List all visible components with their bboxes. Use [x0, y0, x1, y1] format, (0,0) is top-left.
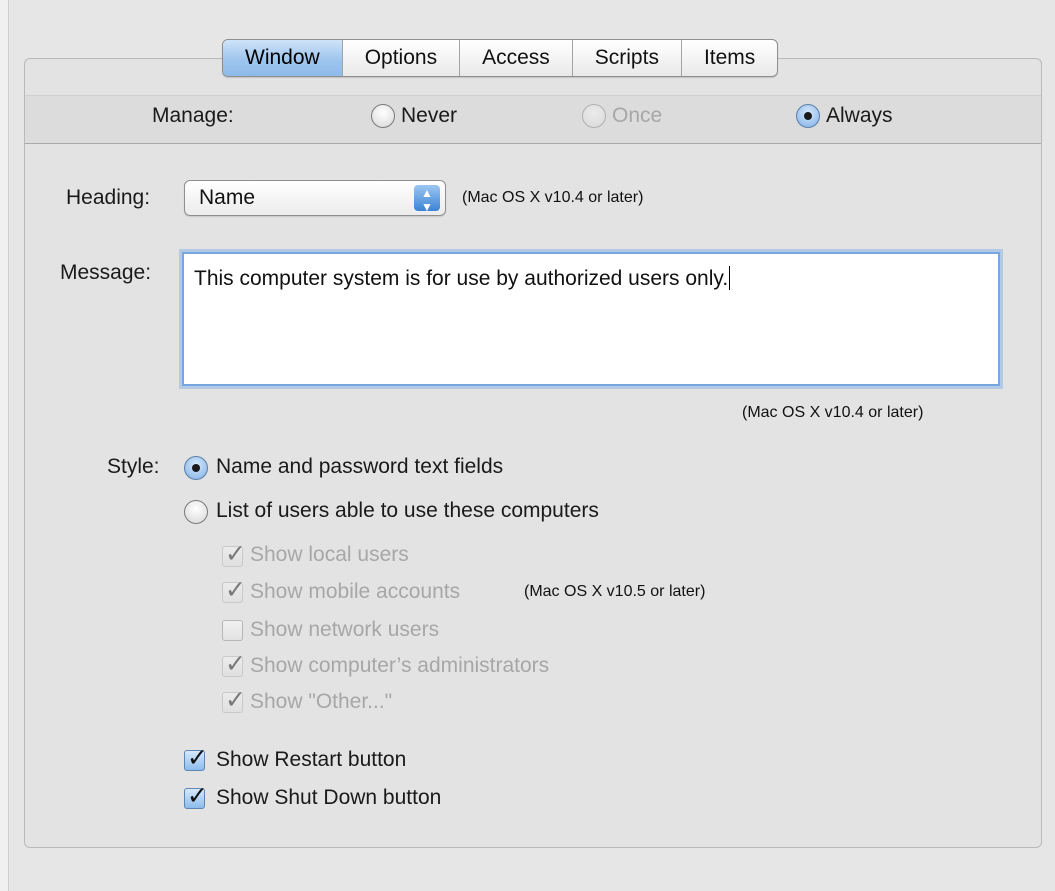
tab-options[interactable]: Options [343, 40, 461, 76]
message-text: This computer system is for use by autho… [194, 266, 731, 291]
show-network-users-label: Show network users [250, 618, 440, 641]
manage-never-radio[interactable] [371, 104, 395, 128]
checkmark-icon: ✓ [225, 650, 246, 678]
checkmark-icon: ✓ [225, 540, 246, 568]
style-name-password-label[interactable]: Name and password text fields [216, 455, 503, 479]
message-value: This computer system is for use by autho… [194, 267, 729, 290]
show-local-users-checkbox: ✓ [222, 540, 246, 568]
show-mobile-accounts-checkbox: ✓ [222, 576, 246, 604]
window-edge [0, 0, 9, 891]
tab-items[interactable]: Items [682, 40, 777, 76]
show-restart-label[interactable]: Show Restart button [216, 748, 406, 772]
tab-panel [24, 58, 1042, 848]
show-admins-label: Show computer’s administrators [250, 654, 550, 677]
manage-once-label: Once [612, 104, 663, 127]
checkmark-icon: ✓ [225, 686, 246, 714]
tab-scripts[interactable]: Scripts [573, 40, 682, 76]
manage-once-radio [582, 104, 606, 128]
show-admins-checkbox: ✓ [222, 650, 246, 678]
manage-always-label[interactable]: Always [826, 104, 893, 128]
show-network-users-checkbox [222, 620, 243, 641]
show-other-label: Show "Other..." [250, 690, 393, 713]
show-local-users-label: Show local users [250, 543, 409, 566]
up-down-arrows-icon: ▲ ▼ [414, 185, 440, 213]
style-name-password-radio[interactable] [184, 456, 208, 480]
style-label: Style: [107, 455, 160, 478]
tab-window[interactable]: Window [223, 40, 343, 76]
message-version-note: (Mac OS X v10.4 or later) [742, 404, 924, 421]
show-shutdown-checkbox[interactable]: ✓ [184, 782, 208, 810]
message-textarea[interactable]: This computer system is for use by autho… [182, 252, 1000, 386]
heading-label: Heading: [66, 186, 151, 209]
mobile-accounts-version-note: (Mac OS X v10.5 or later) [524, 583, 706, 600]
tab-bar: Window Options Access Scripts Items [222, 39, 779, 77]
manage-always-radio[interactable] [796, 104, 820, 128]
show-mobile-accounts-label: Show mobile accounts [250, 580, 461, 603]
heading-version-note: (Mac OS X v10.4 or later) [462, 189, 644, 206]
heading-popup[interactable]: Name ▲ ▼ [184, 180, 446, 216]
heading-popup-value: Name [199, 186, 256, 209]
style-user-list-radio[interactable] [184, 500, 208, 524]
tab-access[interactable]: Access [460, 40, 573, 76]
show-restart-checkbox[interactable]: ✓ [184, 744, 208, 772]
text-cursor [729, 266, 731, 290]
style-user-list-label[interactable]: List of users able to use these computer… [216, 499, 599, 523]
show-other-checkbox: ✓ [222, 686, 246, 714]
show-shutdown-label[interactable]: Show Shut Down button [216, 786, 441, 810]
checkmark-icon: ✓ [187, 782, 208, 810]
checkmark-icon: ✓ [187, 744, 208, 772]
checkmark-icon: ✓ [225, 576, 246, 604]
manage-label: Manage: [152, 104, 234, 127]
message-label: Message: [60, 261, 152, 284]
manage-never-label[interactable]: Never [401, 104, 457, 128]
